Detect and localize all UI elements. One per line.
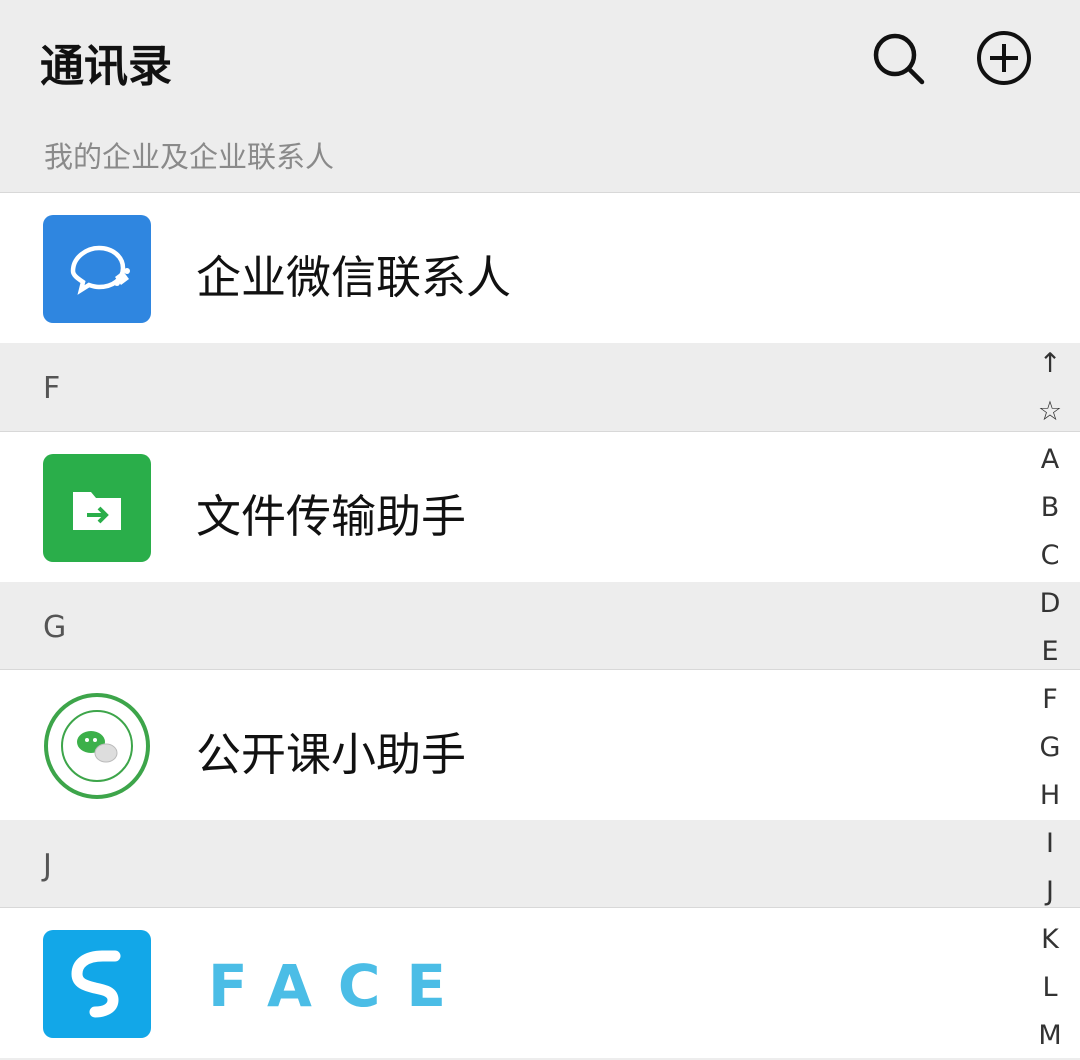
face-app-logo bbox=[43, 930, 151, 1038]
contact-name: 文件传输助手 bbox=[196, 490, 467, 543]
index-letter[interactable]: A bbox=[1028, 436, 1072, 484]
search-icon[interactable] bbox=[870, 30, 926, 86]
list-item-enterprise-contacts[interactable]: 企业微信联系人 bbox=[0, 193, 1080, 343]
file-transfer-icon bbox=[43, 454, 151, 562]
index-letter[interactable]: G bbox=[1028, 724, 1072, 772]
enterprise-section-caption: 我的企业及企业联系人 bbox=[44, 140, 335, 174]
alphabet-index-bar[interactable]: ↑ ☆ A B C D E F G H I J K L M bbox=[1028, 340, 1072, 1060]
index-letter[interactable]: K bbox=[1028, 916, 1072, 964]
list-item-open-class-assistant[interactable]: 公开课小助手 bbox=[0, 670, 1080, 820]
group-letter: G bbox=[43, 610, 67, 645]
index-letter[interactable]: ☆ bbox=[1028, 388, 1072, 436]
index-letter[interactable]: M bbox=[1028, 1012, 1072, 1060]
index-letter[interactable]: E bbox=[1028, 628, 1072, 676]
list-item-face[interactable]: FACE bbox=[0, 908, 1080, 1058]
group-letter: F bbox=[43, 371, 61, 406]
wecom-chat-icon bbox=[43, 215, 151, 323]
index-letter[interactable]: ↑ bbox=[1028, 340, 1072, 388]
index-letter[interactable]: J bbox=[1028, 868, 1072, 916]
index-letter[interactable]: L bbox=[1028, 964, 1072, 1012]
index-letter[interactable]: B bbox=[1028, 484, 1072, 532]
contact-name: 企业微信联系人 bbox=[196, 251, 512, 304]
contact-name: FACE bbox=[208, 952, 473, 1020]
top-bar: 通讯录 bbox=[0, 0, 1080, 120]
wechat-open-class-logo bbox=[43, 692, 151, 800]
list-item-file-transfer[interactable]: 文件传输助手 bbox=[0, 432, 1080, 582]
group-header-j: J bbox=[0, 820, 1080, 908]
index-letter[interactable]: F bbox=[1028, 676, 1072, 724]
group-letter: J bbox=[43, 848, 52, 883]
index-letter[interactable]: I bbox=[1028, 820, 1072, 868]
add-circle-icon[interactable] bbox=[976, 30, 1032, 86]
group-header-f: F bbox=[0, 343, 1080, 431]
contact-name: 公开课小助手 bbox=[196, 728, 467, 781]
group-header-g: G bbox=[0, 582, 1080, 670]
index-letter[interactable]: C bbox=[1028, 532, 1072, 580]
index-letter[interactable]: D bbox=[1028, 580, 1072, 628]
index-letter[interactable]: H bbox=[1028, 772, 1072, 820]
page-title: 通讯录 bbox=[40, 41, 172, 92]
